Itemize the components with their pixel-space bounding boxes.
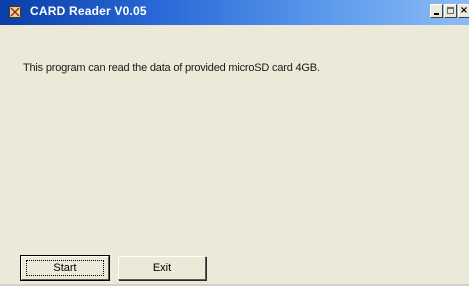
card-reader-app-icon (9, 6, 21, 18)
minimize-icon (434, 13, 439, 15)
minimize-button[interactable] (430, 4, 443, 18)
exit-button-label: Exit (152, 262, 172, 274)
card-reader-window: CARD Reader V0.05 × This program can rea… (0, 0, 469, 286)
window-title: CARD Reader V0.05 (30, 4, 147, 18)
exit-button[interactable]: Exit (118, 256, 206, 280)
start-button[interactable]: Start (20, 255, 110, 281)
close-button[interactable]: × (458, 4, 469, 18)
focus-rectangle (26, 260, 104, 276)
close-icon: × (459, 5, 469, 16)
title-bar[interactable]: CARD Reader V0.05 × (0, 0, 469, 25)
maximize-button[interactable] (444, 4, 457, 18)
maximize-icon (447, 7, 454, 14)
description-text: This program can read the data of provid… (23, 62, 320, 74)
